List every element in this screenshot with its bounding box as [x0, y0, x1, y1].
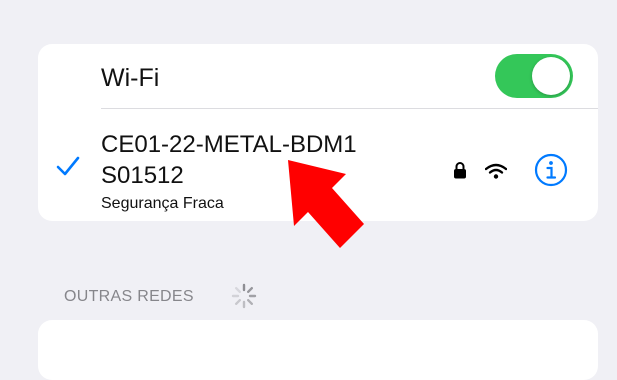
other-networks-header: OUTRAS REDES — [64, 288, 194, 305]
security-warning: Segurança Fraca — [101, 195, 224, 212]
wifi-toggle[interactable] — [495, 54, 573, 98]
red-arrow-annotation — [288, 160, 364, 248]
wifi-signal-icon — [485, 163, 507, 179]
wifi-label: Wi-Fi — [101, 64, 160, 92]
info-icon[interactable] — [534, 153, 568, 187]
checkmark-icon — [56, 156, 80, 176]
loading-spinner-icon — [231, 283, 257, 309]
other-networks-card — [38, 320, 598, 380]
wifi-toggle-row: Wi-Fi — [38, 44, 598, 108]
toggle-knob — [532, 57, 570, 95]
lock-icon — [454, 162, 466, 179]
